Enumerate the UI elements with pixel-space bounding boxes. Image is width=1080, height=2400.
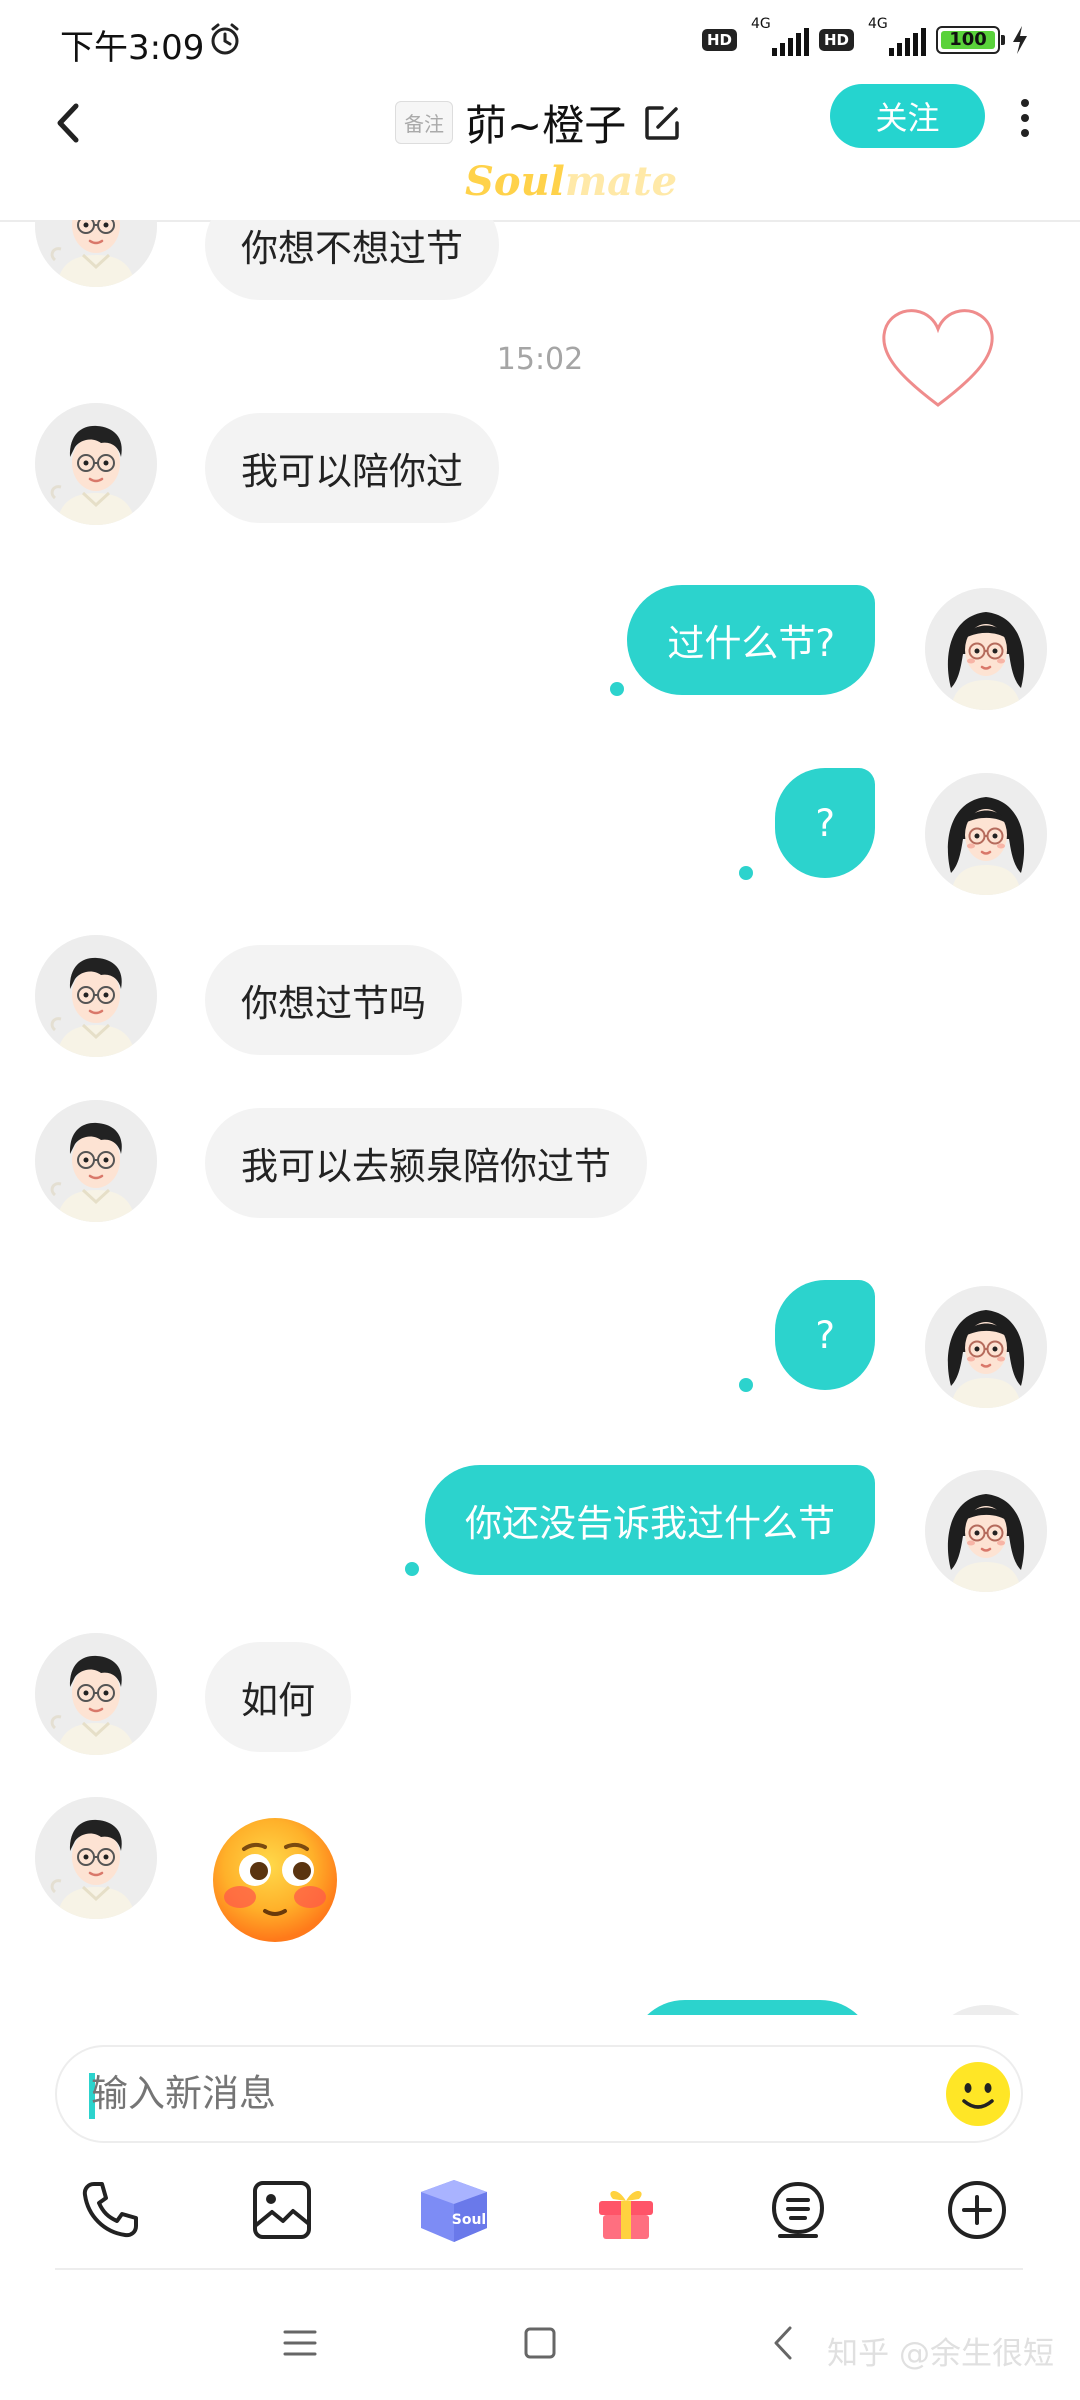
avatar[interactable] xyxy=(925,2005,1047,2015)
avatar[interactable] xyxy=(925,588,1047,710)
chat-area[interactable]: 你想不想过节 15:02 我可以陪你过 过什么节? ? 你想过节吗 我可以去颍泉… xyxy=(0,220,1080,2015)
message-bubble[interactable]: 你想过节吗 xyxy=(205,945,462,1055)
soulmate-logo: Soulmate xyxy=(465,158,678,205)
chat-toolbar: Soul xyxy=(0,2170,1080,2260)
message-bubble-partial[interactable] xyxy=(630,2000,875,2015)
message-bubble[interactable]: 如何 xyxy=(205,1642,351,1752)
flushed-face-icon[interactable] xyxy=(210,1815,340,1945)
page-title: 茆~橙子 xyxy=(465,101,627,150)
menu-icon[interactable] xyxy=(275,2318,325,2368)
phone-icon[interactable] xyxy=(70,2170,150,2250)
svg-text:Soul: Soul xyxy=(452,2212,486,2228)
alarm-icon xyxy=(211,23,239,55)
message-input[interactable] xyxy=(91,2047,891,2141)
avatar[interactable] xyxy=(35,1797,157,1919)
heart-icon[interactable] xyxy=(878,305,998,415)
hd-badge-2: HD xyxy=(818,29,854,51)
charging-icon xyxy=(1013,26,1027,54)
read-dot xyxy=(739,1378,753,1392)
avatar[interactable] xyxy=(35,220,157,287)
voice-icon[interactable] xyxy=(758,2170,838,2250)
gift-icon[interactable] xyxy=(586,2170,666,2250)
status-time: 下午3:09 xyxy=(60,28,205,68)
message-bubble[interactable]: 过什么节? xyxy=(627,585,875,695)
avatar[interactable] xyxy=(925,1286,1047,1408)
back-icon[interactable] xyxy=(48,88,88,158)
remark-tag[interactable]: 备注 xyxy=(395,101,453,144)
signal-icon-2: 4G xyxy=(864,16,926,58)
battery-level: 100 xyxy=(949,29,987,50)
edit-icon[interactable] xyxy=(642,103,682,143)
watermark: 知乎 @余生很短 xyxy=(827,2336,1054,2372)
home-icon[interactable] xyxy=(515,2318,565,2368)
message-bubble[interactable]: 你想不想过节 xyxy=(205,220,499,300)
battery-icon: 100 xyxy=(936,26,1005,54)
message-bubble[interactable]: 你还没告诉我过什么节 xyxy=(425,1465,875,1575)
message-bubble[interactable]: 我可以陪你过 xyxy=(205,413,499,523)
chat-header: 备注 茆~橙子 Soulmate 关注 xyxy=(0,80,1080,222)
avatar[interactable] xyxy=(35,1100,157,1222)
follow-button[interactable]: 关注 xyxy=(830,84,985,148)
system-nav-bar: 知乎 @余生很短 xyxy=(0,2290,1080,2400)
avatar[interactable] xyxy=(35,1633,157,1755)
avatar[interactable] xyxy=(925,773,1047,895)
message-bubble[interactable]: 我可以去颍泉陪你过节 xyxy=(205,1108,647,1218)
avatar[interactable] xyxy=(35,935,157,1057)
read-dot xyxy=(739,866,753,880)
message-bubble[interactable]: ? xyxy=(775,1280,875,1390)
hd-badge-1: HD xyxy=(701,29,737,51)
avatar[interactable] xyxy=(925,1470,1047,1592)
emoji-icon[interactable] xyxy=(945,2061,1011,2127)
more-icon[interactable] xyxy=(1015,92,1035,146)
signal-icon-1: 4G xyxy=(747,16,809,58)
read-dot xyxy=(610,682,624,696)
title-group[interactable]: 备注 茆~橙子 xyxy=(395,92,682,153)
image-icon[interactable] xyxy=(242,2170,322,2250)
toolbar-divider xyxy=(55,2268,1023,2270)
add-icon[interactable] xyxy=(937,2170,1017,2250)
status-bar: 下午3:09 HD 4G HD 4G 100 xyxy=(0,0,1080,80)
soul-box-icon[interactable]: Soul xyxy=(414,2170,494,2250)
message-input-bar[interactable] xyxy=(55,2045,1023,2143)
read-dot xyxy=(405,1562,419,1576)
message-bubble[interactable]: ? xyxy=(775,768,875,878)
avatar[interactable] xyxy=(35,403,157,525)
back-nav-icon[interactable] xyxy=(760,2318,810,2368)
